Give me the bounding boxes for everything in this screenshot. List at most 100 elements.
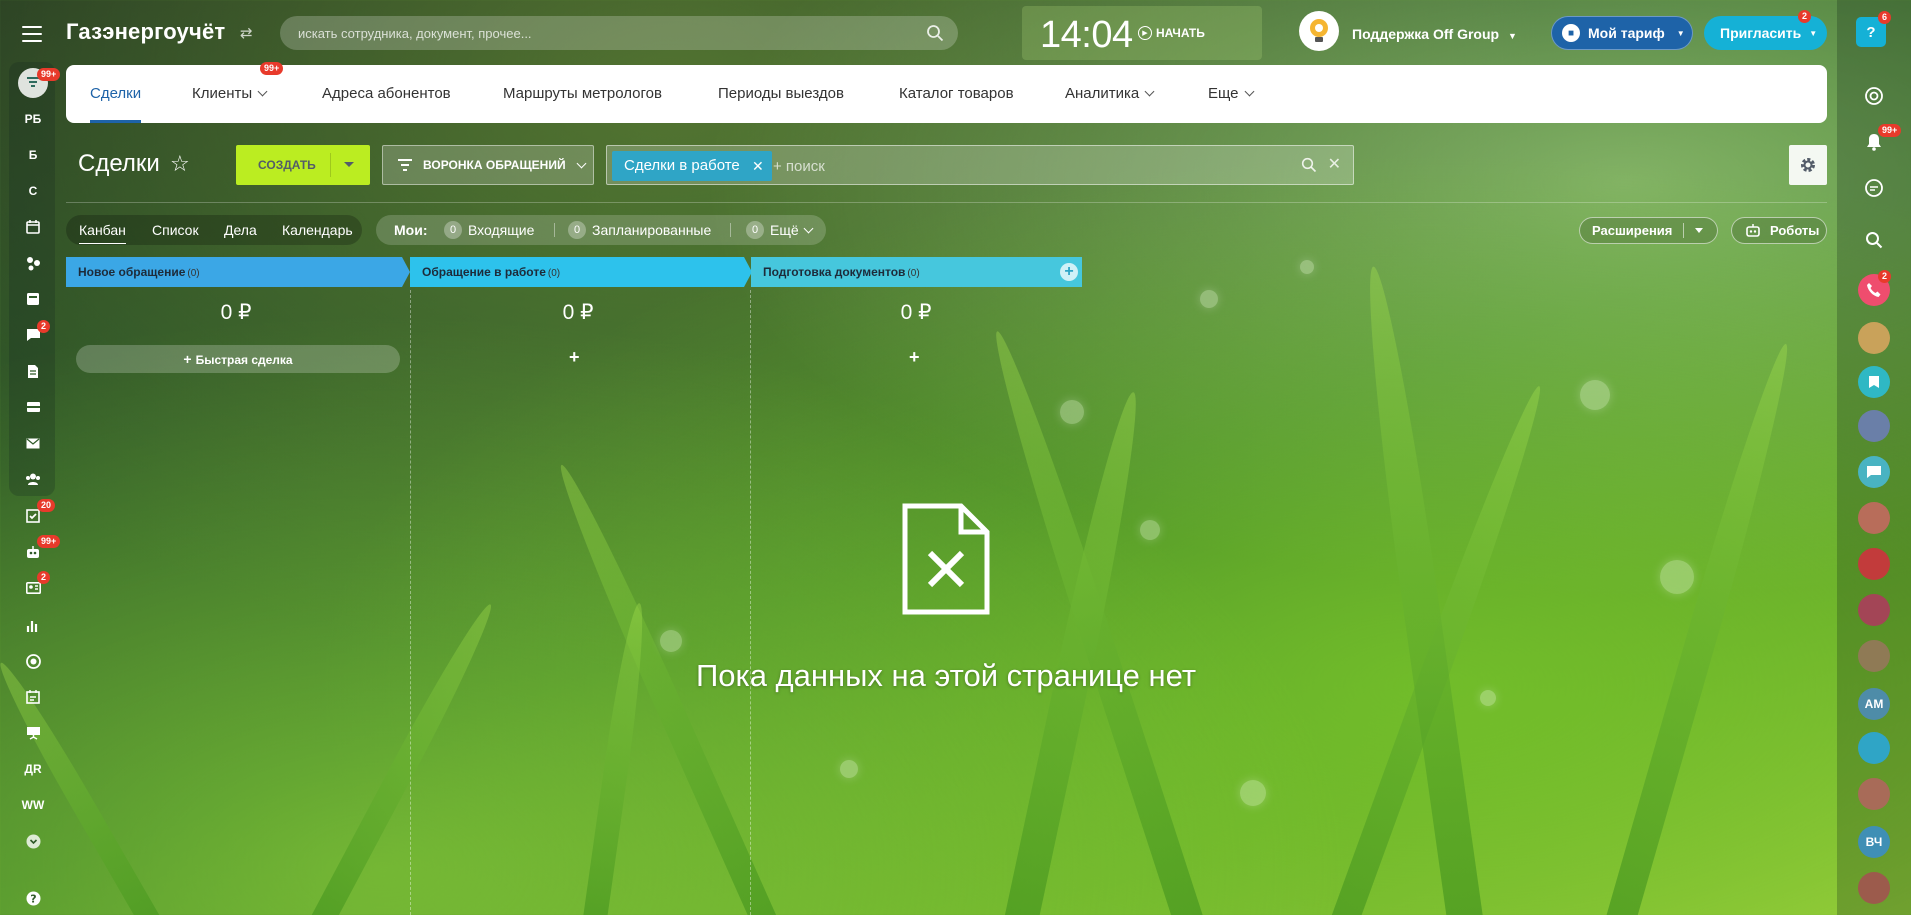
caret-down-icon[interactable] — [344, 162, 354, 167]
contact-card-icon — [25, 582, 41, 594]
sidebar-item-schedule[interactable] — [13, 682, 53, 712]
sidebar-item-more[interactable] — [13, 826, 53, 856]
lightbulb-icon — [1310, 19, 1328, 42]
view-list[interactable]: Список — [152, 215, 199, 245]
chevron-down-icon — [803, 223, 814, 233]
tab-visit-periods[interactable]: Периоды выездов — [718, 65, 844, 123]
view-calendar[interactable]: Календарь — [282, 215, 353, 245]
sidebar-item-target[interactable] — [13, 646, 53, 676]
kanban-stage-new[interactable]: Новое обращение (0) — [66, 257, 410, 287]
add-deal-button[interactable]: + — [909, 347, 920, 368]
column-sum: 0 ₽ — [220, 301, 252, 324]
add-stage-button[interactable]: + — [1060, 263, 1078, 281]
notifications-icon[interactable]: 99+ — [1858, 124, 1902, 158]
tab-metrologist-routes[interactable]: Маршруты метрологов — [503, 65, 662, 123]
avatar[interactable] — [1858, 778, 1890, 810]
support-avatar[interactable] — [1299, 11, 1339, 51]
avatar[interactable] — [1858, 322, 1890, 354]
settings-sliders-icon[interactable]: ⇄ — [240, 24, 253, 42]
bookmark-icon[interactable] — [1858, 366, 1890, 398]
kanban-stage-documents[interactable]: Подготовка документов (0) — [751, 257, 1082, 287]
sidebar-item-inbox[interactable] — [13, 392, 53, 422]
funnel-selector-button[interactable]: ВОРОНКА ОБРАЩЕНИЙ — [382, 145, 594, 185]
sidebar-item-s[interactable]: С — [13, 176, 53, 206]
search-input[interactable] — [298, 16, 898, 50]
add-deal-button[interactable]: + — [569, 347, 580, 368]
sidebar-item-calendar[interactable] — [13, 212, 53, 242]
search-icon[interactable] — [926, 24, 944, 42]
sidebar-item-tasks[interactable]: 20 — [13, 499, 56, 531]
avatar[interactable] — [1858, 502, 1890, 534]
help-button[interactable]: ? 6 — [1856, 11, 1892, 47]
tab-clients[interactable]: Клиенты 99+ — [192, 62, 284, 123]
sidebar-item-chat[interactable]: 2 — [13, 320, 53, 350]
avatar[interactable] — [1858, 872, 1890, 904]
toolbar-divider — [66, 202, 1827, 203]
avatar-initials[interactable]: АМ — [1858, 688, 1890, 720]
phone-icon[interactable]: 2 — [1858, 270, 1892, 306]
quick-deal-button[interactable]: + Быстрая сделка — [76, 345, 400, 373]
filter-chip[interactable]: Сделки в работе ✕ — [612, 151, 772, 181]
counter-label: Входящие — [468, 222, 535, 238]
avatar-initials[interactable]: ВЧ — [1858, 826, 1890, 858]
view-activities[interactable]: Дела — [224, 215, 257, 245]
my-tariff-button[interactable]: ■ Мой тариф ▼ — [1551, 16, 1693, 50]
sidebar-item-crm[interactable]: 99+ — [13, 535, 61, 567]
sidebar-item-mail[interactable] — [13, 428, 53, 458]
star-icon[interactable]: ☆ — [170, 151, 190, 177]
tab-subscriber-addresses[interactable]: Адреса абонентов — [322, 65, 451, 123]
avatar[interactable] — [1858, 548, 1890, 580]
sidebar-item-help[interactable]: ? — [13, 883, 53, 913]
tab-product-catalog[interactable]: Каталог товаров — [899, 65, 1014, 123]
invite-button[interactable]: Пригласить ▼ 2 — [1704, 10, 1827, 50]
tab-analytics[interactable]: Аналитика — [1065, 65, 1155, 123]
settings-button[interactable] — [1789, 145, 1827, 185]
counter-incoming[interactable]: 0 Входящие — [444, 215, 534, 245]
schedule-icon — [26, 690, 40, 704]
extensions-button[interactable]: Расширения — [1579, 217, 1718, 244]
sidebar-item-workflow[interactable] — [13, 248, 53, 278]
filter-search-input[interactable] — [773, 152, 1273, 180]
avatar[interactable] — [1858, 410, 1890, 442]
copilot-icon[interactable] — [1858, 80, 1890, 112]
view-kanban[interactable]: Канбан — [79, 215, 126, 244]
remove-filter-icon[interactable]: ✕ — [752, 151, 764, 181]
sidebar-item-ww[interactable]: WW — [13, 790, 53, 820]
sidebar-item-docs[interactable] — [13, 356, 53, 386]
avatar[interactable] — [1858, 640, 1890, 672]
column-divider — [410, 290, 411, 915]
robots-label: Роботы — [1770, 223, 1820, 238]
sidebar-item-presentation[interactable] — [13, 718, 53, 748]
create-button[interactable]: СОЗДАТЬ — [236, 145, 370, 185]
sidebar-item-dr[interactable]: ДR — [13, 754, 53, 784]
avatar[interactable] — [1858, 594, 1890, 626]
sidebar-item-employees[interactable] — [13, 464, 53, 494]
sidebar-item-rb[interactable]: РБ — [13, 104, 53, 134]
start-day-button[interactable]: ▶ НАЧАТЬ — [1138, 26, 1205, 40]
search-icon[interactable] — [1858, 224, 1890, 256]
sidebar-item-filter[interactable]: 99+ — [13, 68, 61, 98]
tab-deals[interactable]: Сделки — [90, 65, 142, 123]
robots-button[interactable]: Роботы — [1731, 217, 1827, 244]
sidebar-item-feed[interactable] — [13, 284, 53, 314]
app-logo[interactable]: Газэнергоучёт — [66, 19, 225, 45]
kanban-stage-in-progress[interactable]: Обращение в работе (0) — [410, 257, 752, 287]
sidebar-item-contacts[interactable]: 2 — [13, 571, 53, 603]
messenger-icon[interactable] — [1858, 172, 1890, 204]
chat-group-icon[interactable] — [1858, 456, 1890, 488]
avatar[interactable] — [1858, 732, 1890, 764]
counter-more[interactable]: 0 Ещё — [746, 215, 814, 245]
support-menu[interactable]: Поддержка Off Group ▼ — [1352, 26, 1517, 42]
counter-planned[interactable]: 0 Запланированные — [568, 215, 711, 245]
clear-filter-icon[interactable]: ✕ — [1328, 154, 1341, 174]
tab-more[interactable]: Еще — [1208, 65, 1254, 123]
search-icon[interactable] — [1301, 157, 1317, 173]
sidebar-badge: 2 — [37, 320, 51, 333]
menu-icon[interactable] — [22, 26, 42, 42]
sidebar-item-b[interactable]: Б — [13, 140, 53, 170]
caret-down-icon[interactable] — [1695, 228, 1703, 233]
sidebar-item-analytics[interactable] — [13, 610, 53, 640]
tab-label: Каталог товаров — [899, 85, 1014, 102]
invite-label: Пригласить — [1720, 25, 1802, 41]
empty-state-message: Пока данных на этой странице нет — [695, 658, 1197, 693]
